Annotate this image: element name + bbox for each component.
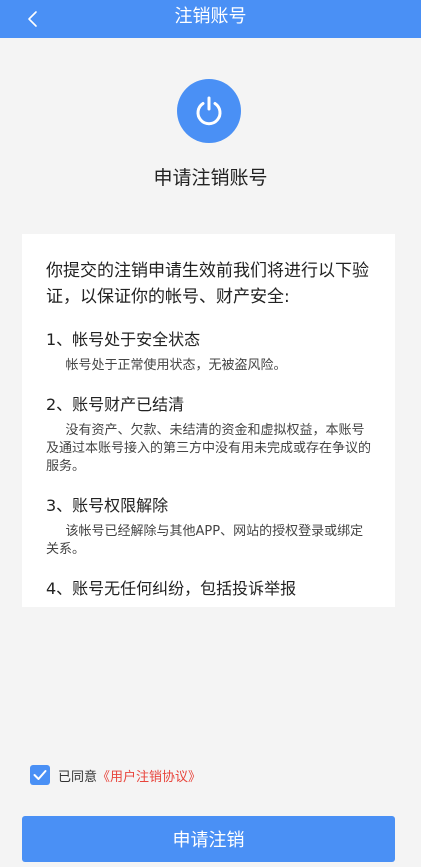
item-title: 1、帐号处于安全状态 — [46, 330, 201, 349]
agree-checkbox[interactable] — [30, 765, 50, 785]
header-bar: 注销账号 — [0, 0, 421, 38]
power-icon — [177, 79, 241, 143]
verification-card: 你提交的注销申请生效前我们将进行以下验证，以保证你的帐号、财产安全: 1、帐号处… — [22, 234, 395, 607]
page-title: 申请注销账号 — [153, 167, 268, 189]
card-intro: 你提交的注销申请生效前我们将进行以下验证，以保证你的帐号、财产安全: — [46, 261, 369, 307]
agreement-row: 已同意 《用户注销协议》 — [30, 764, 201, 786]
check-icon — [33, 770, 47, 780]
item-description: 该帐号已经解除与其他APP、网站的授权登录或绑定关系。 — [46, 524, 364, 557]
list-item: 3、账号权限解除 该帐号已经解除与其他APP、网站的授权登录或绑定关系。 — [46, 495, 371, 559]
list-item: 2、账号财产已结清 没有资产、欠款、未结清的资金和虚拟权益，本账号及通过本账号接… — [46, 394, 371, 476]
item-title: 2、账号财产已结清 — [46, 395, 185, 414]
item-title: 4、账号无任何纠纷，包括投诉举报 — [46, 579, 297, 598]
agreement-link[interactable]: 《用户注销协议》 — [97, 766, 201, 785]
list-item: 4、账号无任何纠纷，包括投诉举报 — [46, 578, 371, 600]
submit-cancel-account-button[interactable]: 申请注销 — [22, 816, 395, 862]
list-item: 1、帐号处于安全状态 帐号处于正常使用状态，无被盗风险。 — [46, 329, 371, 375]
page-header-title: 注销账号 — [174, 6, 247, 27]
item-title: 3、账号权限解除 — [46, 496, 169, 515]
item-description: 没有资产、欠款、未结清的资金和虚拟权益，本账号及通过本账号接入的第三方中没有用未… — [46, 423, 372, 474]
agree-text: 已同意 — [58, 769, 98, 785]
item-description: 帐号处于正常使用状态，无被盗风险。 — [65, 358, 287, 373]
